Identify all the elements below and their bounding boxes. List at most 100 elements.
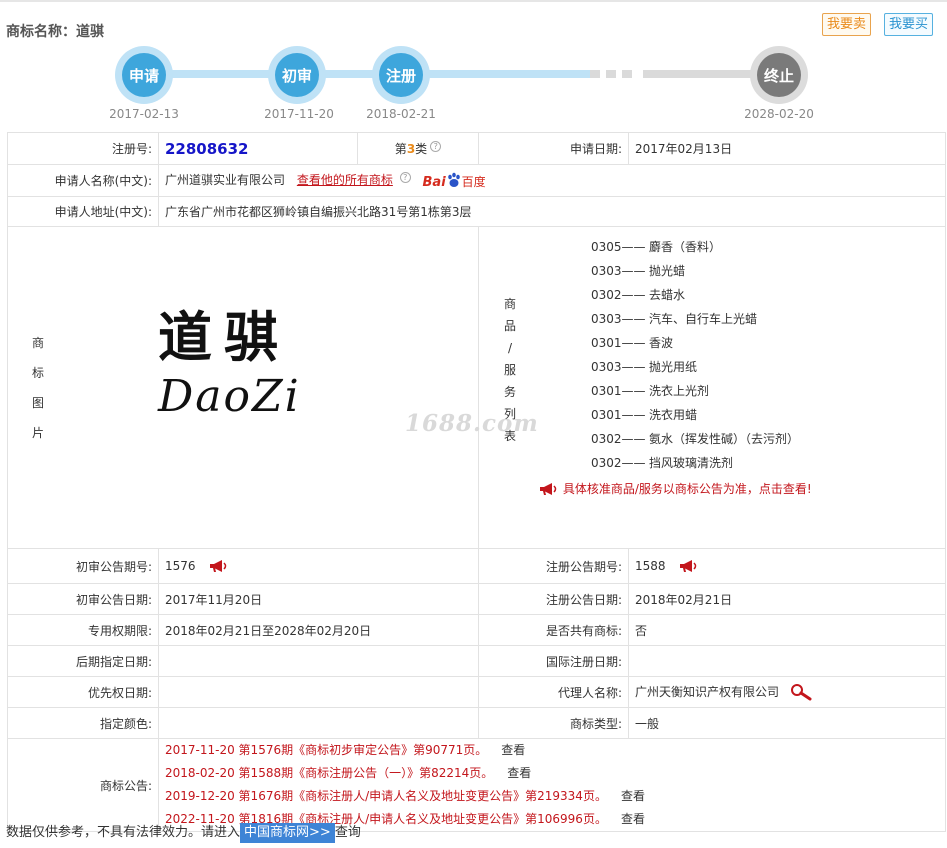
goods-item: 0303—— 抛光蜡 [591, 264, 686, 278]
intl-date-label: 国际注册日期: [478, 645, 629, 677]
goods-item: 0301—— 洗衣上光剂 [591, 384, 710, 398]
sell-button[interactable]: 我要卖 [822, 13, 872, 36]
reg-pub-date-label: 注册公告日期: [478, 583, 629, 615]
all-marks-link[interactable]: 查看他的所有商标 [297, 173, 393, 187]
timeline-step-prelim: 初审 [268, 46, 326, 104]
address-value: 广东省广州市花都区狮岭镇自编振兴北路31号第1栋第3层 [158, 196, 946, 227]
applicant-value: 广州道骐实业有限公司 [165, 173, 286, 187]
address-label: 申请人地址(中文): [7, 196, 159, 227]
goods-item: 0302—— 去蜡水 [591, 288, 686, 302]
class-prefix: 第 [394, 142, 407, 156]
agent-value: 广州天衡知识产权有限公司 [635, 685, 780, 699]
color-label: 指定颜色: [7, 707, 159, 739]
megaphone-icon [540, 483, 557, 495]
table-row: 后期指定日期: 国际注册日期: [7, 645, 946, 677]
priority-value [158, 676, 479, 708]
table-row: 注册号: 22808632 第3类? 申请日期: 2017年02月13日 [7, 132, 946, 165]
reg-pub-date-value: 2018年02月21日 [628, 583, 946, 615]
footer-disclaimer: 数据仅供参考，不具有法律效力。请进入 中国商标网>> 查询 [6, 823, 361, 843]
mark-image-cell: 商标图片 道骐 DaoZi [7, 226, 479, 549]
baidu-paw-icon [447, 172, 460, 187]
prelim-date-value: 2017年11月20日 [158, 583, 479, 615]
table-row: 专用权期限: 2018年02月21日至2028年02月20日 是否共有商标: 否 [7, 614, 946, 646]
announce-list: 2017-11-20 第1576期《商标初步审定公告》第90771页。 查看 20… [158, 738, 946, 832]
exclusive-label: 专用权期限: [7, 614, 159, 646]
apply-date-value: 2017年02月13日 [628, 132, 946, 165]
trademark-info-table: 注册号: 22808632 第3类? 申请日期: 2017年02月13日 申请人… [7, 132, 946, 832]
timeline-step-expire: 终止 [750, 46, 808, 104]
table-row: 商标公告: 2017-11-20 第1576期《商标初步审定公告》第90771页… [7, 738, 946, 832]
prelim-no-value: 1576 [165, 559, 196, 573]
reg-pub-no-label: 注册公告期号: [478, 548, 629, 584]
prelim-no-cell: 1576 [158, 548, 479, 584]
timeline-step-register: 注册 [372, 46, 430, 104]
table-row: 指定颜色: 商标类型: 一般 [7, 707, 946, 739]
goods-item: 0303—— 抛光用纸 [591, 360, 698, 374]
later-date-value [158, 645, 479, 677]
table-row: 申请人名称(中文): 广州道骐实业有限公司 查看他的所有商标 ? Bai 百度 [7, 164, 946, 197]
applicant-label: 申请人名称(中文): [7, 164, 159, 197]
later-date-label: 后期指定日期: [7, 645, 159, 677]
shared-label: 是否共有商标: [478, 614, 629, 646]
reg-no-label: 注册号: [7, 132, 159, 165]
timeline-progress [150, 70, 590, 78]
prelim-no-label: 初审公告期号: [7, 548, 159, 584]
goods-item: 0303—— 汽车、自行车上光蜡 [591, 312, 758, 326]
apply-date-label: 申请日期: [478, 132, 629, 165]
table-row: 初审公告日期: 2017年11月20日 注册公告日期: 2018年02月21日 [7, 583, 946, 615]
timeline-step-apply: 申请 [115, 46, 173, 104]
table-row: 商标图片 道骐 DaoZi 商品 / 服务列表 0305—— 麝香（香料） 0303—… [7, 226, 946, 549]
exclusive-value: 2018年02月21日至2028年02月20日 [158, 614, 479, 646]
type-value: 一般 [628, 707, 946, 739]
reg-no-value: 22808632 [165, 139, 249, 158]
agent-label: 代理人名称: [478, 676, 629, 708]
announce-item: 2019-12-20 第1676期《商标注册人/申请人名义及地址变更公告》第21… [165, 789, 645, 803]
intl-date-value [628, 645, 946, 677]
megaphone-icon[interactable] [679, 559, 699, 573]
timeline-date: 2028-02-20 [744, 107, 814, 121]
shared-value: 否 [628, 614, 946, 646]
prelim-date-label: 初审公告日期: [7, 583, 159, 615]
announce-item: 2018-02-20 第1588期《商标注册公告（一）》第82214页。 查看 [165, 766, 532, 780]
agent-cell: 广州天衡知识产权有限公司 [628, 676, 946, 708]
table-row: 初审公告期号: 1576 注册公告期号: 1588 [7, 548, 946, 584]
help-icon[interactable]: ? [430, 141, 442, 152]
megaphone-icon[interactable] [209, 559, 229, 573]
timeline-dash [590, 70, 600, 78]
top-border [0, 0, 947, 2]
view-link[interactable]: 查看 [507, 766, 531, 780]
class-number[interactable]: 3 [407, 142, 415, 156]
color-value [158, 707, 479, 739]
announce-item: 2017-11-20 第1576期《商标初步审定公告》第90771页。 查看 [165, 743, 526, 757]
reg-no-cell: 22808632 [158, 132, 358, 165]
goods-item: 0302—— 挡风玻璃清洗剂 [591, 456, 734, 470]
cn-trademark-link[interactable]: 中国商标网>> [240, 823, 335, 843]
timeline-dash [606, 70, 616, 78]
table-row: 申请人地址(中文): 广东省广州市花都区狮岭镇自编振兴北路31号第1栋第3层 [7, 196, 946, 227]
goods-item: 0301—— 香波 [591, 336, 674, 350]
table-row: 优先权日期: 代理人名称: 广州天衡知识产权有限公司 [7, 676, 946, 708]
mark-image-label: 商标图片 [31, 336, 44, 440]
timeline-date: 2017-11-20 [264, 107, 334, 121]
goods-list-cell: 商品 / 服务列表 0305—— 麝香（香料） 0303—— 抛光蜡 0302—— 去蜡水… [478, 226, 946, 549]
announce-label: 商标公告: [7, 738, 159, 832]
priority-label: 优先权日期: [7, 676, 159, 708]
timeline-dash [622, 70, 632, 78]
buy-button[interactable]: 我要买 [884, 13, 934, 36]
help-icon[interactable]: ? [399, 172, 411, 183]
trademark-logo: 道骐 DaoZi [158, 305, 301, 422]
baidu-search-link[interactable]: Bai 百度 [423, 172, 486, 190]
goods-item: 0301—— 洗衣用蜡 [591, 408, 698, 422]
class-cell: 第3类? [357, 132, 479, 165]
type-label: 商标类型: [478, 707, 629, 739]
goods-item: 0305—— 麝香（香料） [591, 240, 722, 254]
search-icon[interactable] [789, 683, 813, 701]
reg-pub-no-value: 1588 [635, 559, 666, 573]
timeline-date: 2017-02-13 [109, 107, 179, 121]
view-link[interactable]: 查看 [621, 789, 645, 803]
goods-notice-link[interactable]: 具体核准商品/服务以商标公告为准，点击查看! [539, 477, 812, 501]
view-link[interactable]: 查看 [621, 812, 645, 826]
class-suffix: 类 [415, 142, 428, 156]
goods-item: 0302—— 氨水（挥发性碱）（去污剂） [591, 432, 800, 446]
view-link[interactable]: 查看 [501, 743, 525, 757]
